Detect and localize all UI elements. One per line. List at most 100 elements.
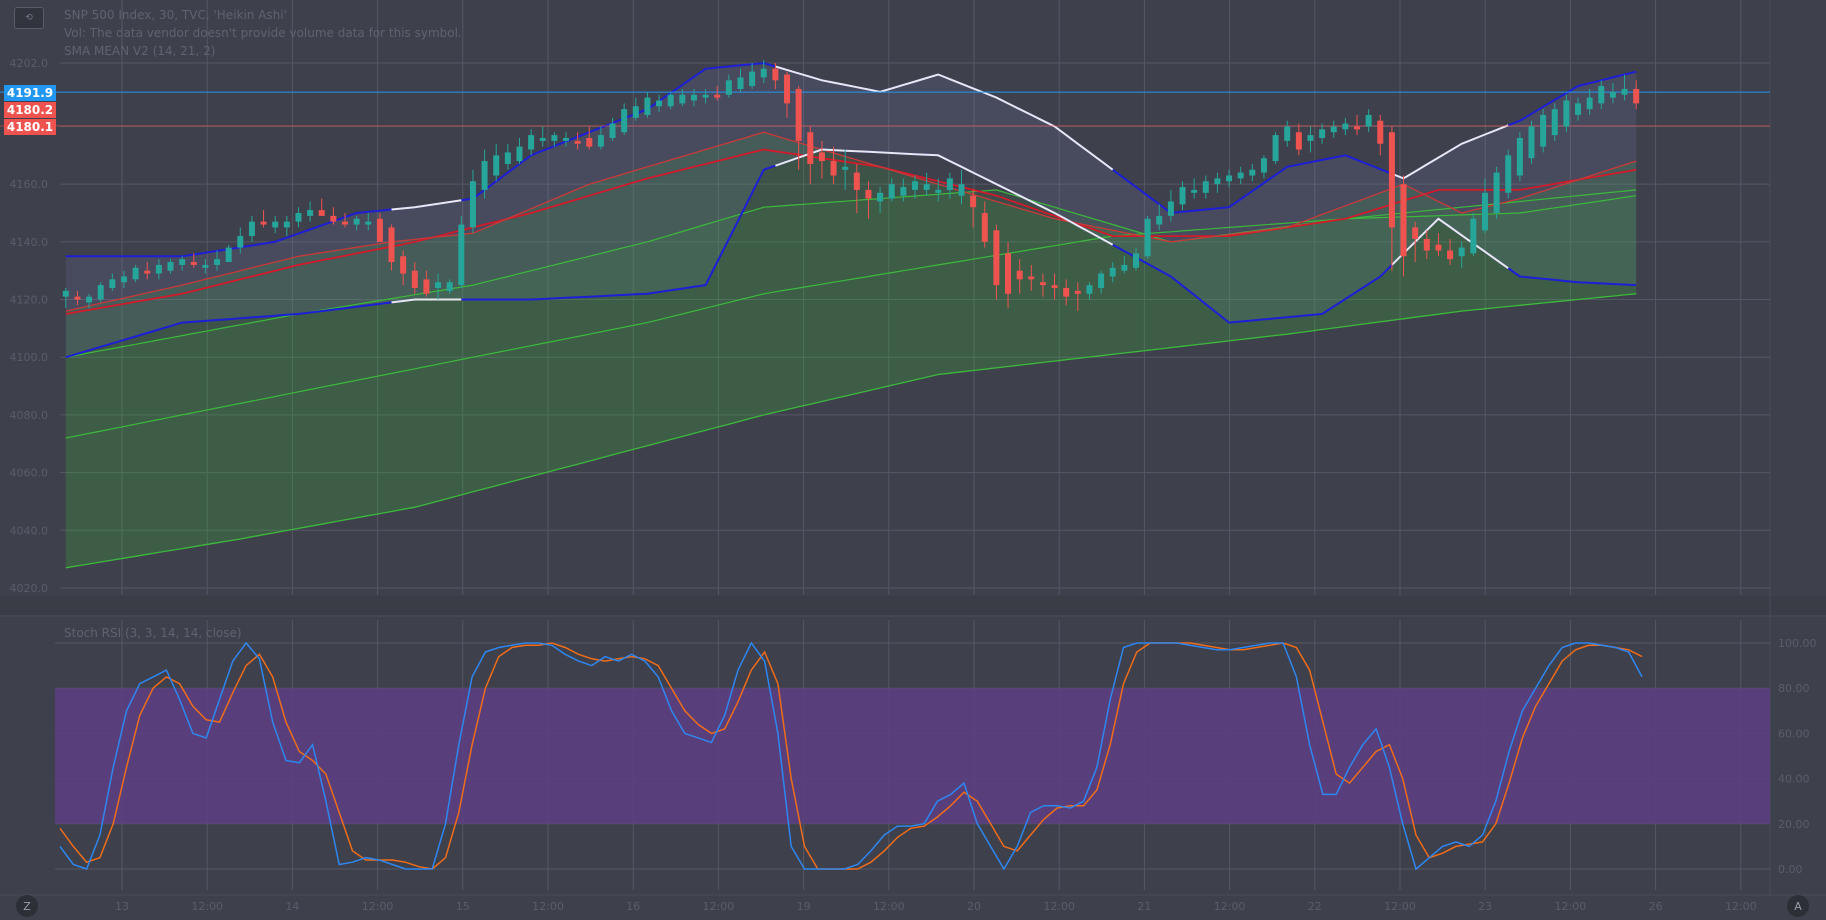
- time-tick-label: 15: [456, 900, 470, 913]
- candle-body: [1481, 192, 1488, 231]
- candle-body: [911, 181, 918, 190]
- candle-body: [109, 279, 116, 288]
- candle-body: [1063, 288, 1070, 297]
- stoch-band: [55, 688, 1770, 824]
- candle-body: [574, 140, 581, 144]
- candle-body: [504, 152, 511, 164]
- candle-body: [1226, 175, 1233, 182]
- auto-scale-button[interactable]: A: [1787, 895, 1809, 917]
- candle-body: [1365, 114, 1372, 127]
- candle-body: [1330, 126, 1337, 133]
- candle-body: [853, 172, 860, 190]
- candle-body: [1447, 250, 1454, 260]
- time-tick-label: 16: [626, 900, 640, 913]
- time-tick-label: 12:00: [1043, 900, 1075, 913]
- time-tick-label: 12:00: [532, 900, 564, 913]
- time-tick-label: 12:00: [362, 900, 394, 913]
- candle-body: [1237, 172, 1244, 179]
- candle-body: [1156, 215, 1163, 225]
- candle-body: [458, 224, 465, 286]
- legend-title: SNP 500 Index, 30, TVC, 'Heikin Ashi': [64, 8, 287, 22]
- candle-body: [423, 279, 430, 294]
- candle-body: [1086, 285, 1093, 294]
- price-tag-close: 4180.2: [4, 102, 56, 118]
- candle-body: [190, 262, 197, 265]
- candle-body: [1051, 285, 1058, 288]
- candle-body: [295, 213, 302, 222]
- candle-body: [1598, 86, 1605, 104]
- candle-body: [667, 94, 674, 107]
- candle-body: [62, 290, 69, 297]
- candle-body: [1586, 97, 1593, 110]
- candle-body: [1633, 88, 1640, 104]
- candle-body: [1249, 169, 1256, 176]
- candle-body: [1028, 276, 1035, 280]
- candle-body: [1342, 123, 1349, 130]
- candle-body: [749, 71, 756, 87]
- price-tick-label: 4140.0: [10, 236, 49, 249]
- candle-body: [376, 218, 383, 242]
- candle-body: [900, 187, 907, 196]
- price-tick-label: 4100.0: [10, 351, 49, 364]
- candle-body: [1284, 126, 1291, 141]
- candle-body: [1319, 129, 1326, 138]
- legend-indicator: SMA MEAN V2 (14, 21, 2): [64, 44, 216, 58]
- reset-chart-button[interactable]: ⟲: [14, 7, 44, 29]
- candle-body: [1423, 238, 1430, 251]
- price-tag-open: 4180.1: [4, 119, 56, 135]
- time-tick-label: 13: [115, 900, 129, 913]
- candle-body: [1016, 270, 1023, 280]
- candle-body: [528, 135, 535, 150]
- time-tick-label: 12:00: [1384, 900, 1416, 913]
- candle-body: [435, 282, 442, 288]
- candle-body: [1493, 172, 1500, 213]
- candle-body: [1202, 181, 1209, 193]
- stoch-tick-label: 0.00: [1778, 863, 1803, 876]
- time-tick-label: 12:00: [1214, 900, 1246, 913]
- candle-body: [493, 155, 500, 176]
- candle-body: [1505, 155, 1512, 193]
- candle-body: [1132, 253, 1139, 268]
- time-tick-label: 23: [1478, 900, 1492, 913]
- candle-body: [1295, 132, 1302, 150]
- candle-body: [1191, 189, 1198, 193]
- candle-body: [656, 100, 663, 107]
- candle-body: [702, 94, 709, 98]
- candle-body: [144, 270, 151, 274]
- legend-oscillator: Stoch RSI (3, 3, 14, 14, close): [64, 626, 242, 640]
- candle-body: [970, 195, 977, 208]
- candle-body: [353, 218, 360, 225]
- candle-body: [888, 184, 895, 199]
- candle-body: [318, 210, 325, 216]
- candle-body: [411, 270, 418, 288]
- time-tick-label: 14: [285, 900, 299, 913]
- candle-body: [725, 80, 732, 95]
- candle-body: [1354, 126, 1361, 130]
- candle-body: [586, 138, 593, 147]
- zoom-button[interactable]: Z: [16, 895, 38, 917]
- candle-body: [1528, 126, 1535, 159]
- candle-body: [1167, 201, 1174, 216]
- time-tick-label: 12:00: [1725, 900, 1757, 913]
- candle-body: [1575, 103, 1582, 115]
- stoch-tick-label: 60.00: [1778, 727, 1810, 740]
- time-tick-label: 26: [1649, 900, 1663, 913]
- candle-body: [132, 267, 139, 280]
- candle-body: [877, 192, 884, 202]
- candle-body: [330, 215, 337, 222]
- candle-body: [1621, 88, 1628, 95]
- candle-body: [1109, 267, 1116, 277]
- chart-canvas[interactable]: 4202.04180.04160.04140.04120.04100.04080…: [0, 0, 1826, 920]
- candle-body: [551, 135, 558, 141]
- candle-body: [400, 256, 407, 274]
- candle-body: [981, 213, 988, 242]
- time-axis: 13 12:00 14 12:00 15 12:00 16 12:00 19 12:00 20 12:…: [115, 900, 1757, 913]
- candle-body: [737, 77, 744, 89]
- candle-body: [469, 181, 476, 228]
- time-tick-label: 12:00: [191, 900, 223, 913]
- price-tick-label: 4040.0: [10, 524, 49, 537]
- candle-body: [1039, 282, 1046, 286]
- candle-body: [86, 296, 93, 303]
- candle-body: [609, 123, 616, 138]
- indicator-bands: [65, 63, 1637, 568]
